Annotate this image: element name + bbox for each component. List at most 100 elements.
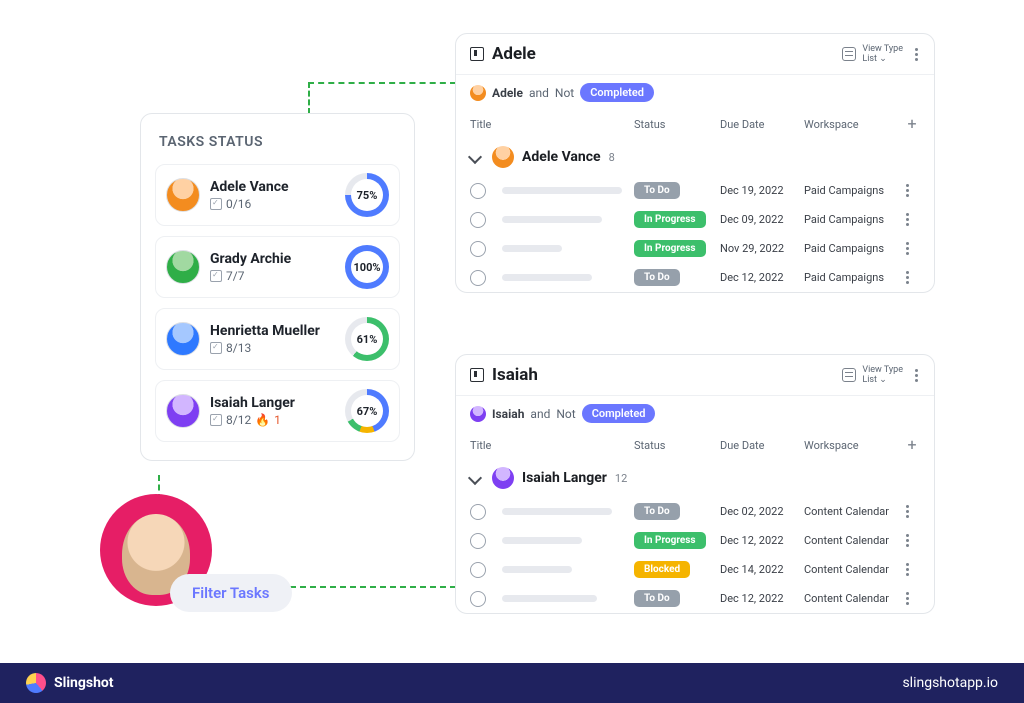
group-name: Adele Vance	[522, 149, 601, 165]
task-count-icon	[210, 198, 222, 210]
member-task-count: 8/13	[226, 341, 251, 355]
adele-task-list: Adele View Type List ⌄ Adele and Not Com…	[455, 33, 935, 293]
view-type-label: View Type	[862, 365, 903, 375]
progress-donut: 67%	[345, 389, 389, 433]
filter-chip-completed[interactable]: Completed	[580, 83, 654, 102]
due-date: Dec 09, 2022	[720, 213, 804, 226]
filter-not: Not	[555, 86, 574, 100]
member-row[interactable]: Adele Vance0/1675%	[155, 164, 400, 226]
row-menu-button[interactable]	[904, 240, 920, 257]
row-menu-button[interactable]	[904, 532, 920, 549]
col-status: Status	[634, 118, 720, 131]
row-menu-button[interactable]	[904, 503, 920, 520]
member-task-count: 8/12	[226, 413, 251, 427]
status-ring-icon[interactable]	[470, 183, 486, 199]
avatar-icon	[166, 394, 200, 428]
member-task-count: 0/16	[226, 197, 251, 211]
status-badge[interactable]: To Do	[634, 503, 680, 520]
row-menu-button[interactable]	[904, 590, 920, 607]
workspace-name: Content Calendar	[804, 563, 904, 576]
avatar-icon	[166, 322, 200, 356]
workspace-name: Content Calendar	[804, 505, 904, 518]
table-row[interactable]: To DoDec 12, 2022Paid Campaigns	[456, 263, 934, 292]
status-badge[interactable]: In Progress	[634, 240, 706, 257]
task-title-placeholder	[502, 187, 622, 194]
connector-line	[280, 586, 456, 588]
table-row[interactable]: To Do Dec 19, 2022Paid Campaigns	[456, 176, 934, 205]
workspace-name: Paid Campaigns	[804, 184, 904, 197]
status-ring-icon[interactable]	[470, 212, 486, 228]
row-menu-button[interactable]	[904, 211, 920, 228]
card-menu-button[interactable]	[913, 367, 920, 384]
chevron-down-icon	[468, 150, 482, 164]
tasks-status-title: TASKS STATUS	[159, 134, 396, 150]
col-workspace: Workspace	[804, 439, 904, 452]
workspace-name: Content Calendar	[804, 592, 904, 605]
table-row[interactable]: Blocked Dec 14, 2022Content Calendar	[456, 555, 934, 584]
due-date: Dec 14, 2022	[720, 563, 804, 576]
filter-not: Not	[556, 407, 575, 421]
task-title-placeholder	[502, 595, 597, 602]
row-menu-button[interactable]	[904, 561, 920, 578]
status-badge[interactable]: To Do	[634, 590, 680, 607]
group-header[interactable]: Isaiah Langer 12	[456, 459, 934, 497]
table-row[interactable]: In ProgressNov 29, 2022Paid Campaigns	[456, 234, 934, 263]
task-title-placeholder	[502, 537, 582, 544]
view-type-selector[interactable]: View Type List ⌄	[842, 44, 903, 64]
tasks-status-card: TASKS STATUS Adele Vance0/1675%Grady Arc…	[140, 113, 415, 461]
due-date: Nov 29, 2022	[720, 242, 804, 255]
status-ring-icon[interactable]	[470, 591, 486, 607]
member-name: Grady Archie	[210, 251, 345, 267]
row-menu-button[interactable]	[904, 269, 920, 286]
add-column-button[interactable]: +	[904, 116, 920, 132]
member-name: Adele Vance	[210, 179, 345, 195]
workspace-name: Paid Campaigns	[804, 213, 904, 226]
progress-percent: 67%	[357, 405, 378, 418]
member-row[interactable]: Grady Archie7/7100%	[155, 236, 400, 298]
task-title-placeholder	[502, 274, 592, 281]
member-row[interactable]: Henrietta Mueller8/1361%	[155, 308, 400, 370]
status-ring-icon[interactable]	[470, 562, 486, 578]
avatar-icon	[492, 146, 514, 168]
view-type-label: View Type	[862, 44, 903, 54]
status-ring-icon[interactable]	[470, 533, 486, 549]
table-row[interactable]: In ProgressDec 12, 2022Content Calendar	[456, 526, 934, 555]
row-menu-button[interactable]	[904, 182, 920, 199]
due-date: Dec 12, 2022	[720, 534, 804, 547]
list-title: Adele	[492, 44, 842, 64]
avatar-icon	[470, 85, 486, 101]
filter-chip-completed[interactable]: Completed	[582, 404, 656, 423]
status-badge[interactable]: To Do	[634, 269, 680, 286]
member-row[interactable]: Isaiah Langer8/12🔥167%	[155, 380, 400, 442]
card-menu-button[interactable]	[913, 46, 920, 63]
add-column-button[interactable]: +	[904, 437, 920, 453]
avatar-icon	[470, 406, 486, 422]
group-count: 12	[615, 472, 627, 485]
avatar-icon	[166, 178, 200, 212]
status-ring-icon[interactable]	[470, 504, 486, 520]
group-header[interactable]: Adele Vance 8	[456, 138, 934, 176]
status-badge[interactable]: In Progress	[634, 211, 706, 228]
due-date: Dec 19, 2022	[720, 184, 804, 197]
table-row[interactable]: In Progress Dec 09, 2022Paid Campaigns	[456, 205, 934, 234]
status-ring-icon[interactable]	[470, 241, 486, 257]
col-status: Status	[634, 439, 720, 452]
col-title: Title	[470, 118, 634, 131]
group-count: 8	[609, 151, 615, 164]
col-workspace: Workspace	[804, 118, 904, 131]
filter-tasks-bubble[interactable]: Filter Tasks	[170, 574, 292, 612]
status-badge[interactable]: In Progress	[634, 532, 706, 549]
filter-and: and	[529, 86, 549, 100]
status-badge[interactable]: Blocked	[634, 561, 690, 578]
table-row[interactable]: To DoDec 02, 2022Content Calendar	[456, 497, 934, 526]
col-due: Due Date	[720, 439, 804, 452]
logo-icon	[26, 673, 46, 693]
status-badge[interactable]: To Do	[634, 182, 680, 199]
progress-percent: 100%	[353, 261, 380, 274]
member-name: Henrietta Mueller	[210, 323, 345, 339]
status-ring-icon[interactable]	[470, 270, 486, 286]
view-type-selector[interactable]: View Type List ⌄	[842, 365, 903, 385]
isaiah-task-list: Isaiah View Type List ⌄ Isaiah and Not C…	[455, 354, 935, 614]
table-row[interactable]: To Do Dec 12, 2022Content Calendar	[456, 584, 934, 613]
due-date: Dec 12, 2022	[720, 592, 804, 605]
